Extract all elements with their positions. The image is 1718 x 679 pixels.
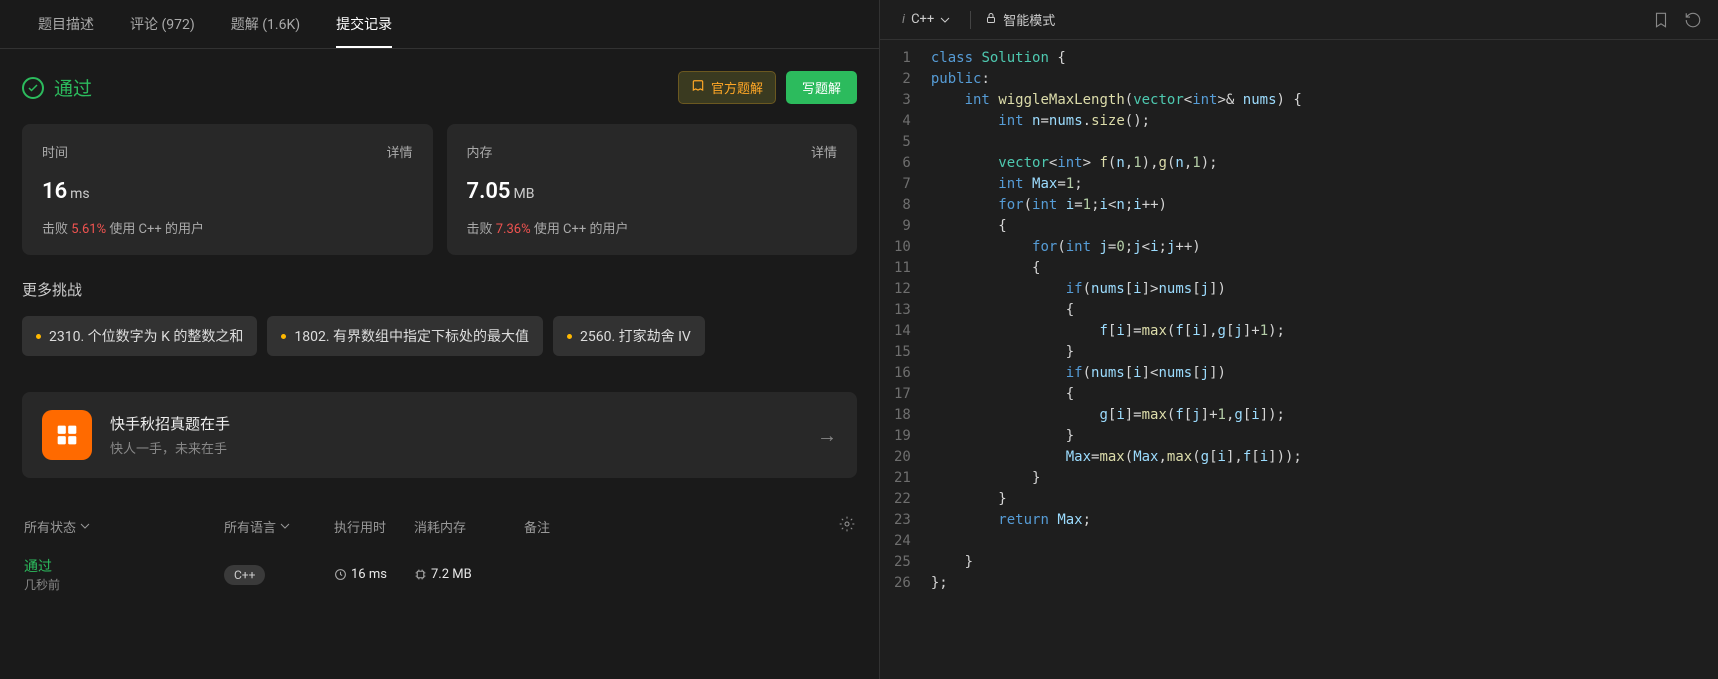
code-editor[interactable]: 1234567891011121314151617181920212223242… [880,40,1718,679]
dot-icon [567,334,572,339]
chevron-down-icon [80,521,90,531]
col-runtime: 执行用时 [334,517,414,536]
metric-mem-label: 内存 [467,142,493,161]
language-selector[interactable]: i C++ [896,10,956,29]
write-solution-button[interactable]: 写题解 [786,71,857,104]
filter-status[interactable]: 所有状态 [24,517,224,536]
col-note: 备注 [524,517,825,536]
metric-time-detail[interactable]: 详情 [386,142,412,161]
tabs: 题目描述 评论 (972) 题解 (1.6K) 提交记录 [0,0,879,49]
col-memory: 消耗内存 [414,517,524,536]
chevron-down-icon [280,521,290,531]
clock-icon [334,568,347,581]
status-label: 通过 [54,74,92,101]
lock-icon [985,12,997,28]
promo-icon [42,410,92,460]
dot-icon [281,334,286,339]
tab-description[interactable]: 题目描述 [20,0,112,48]
lang-badge: C++ [224,565,265,585]
challenge-item[interactable]: 2560. 打家劫舍 IV [553,316,705,356]
tab-solutions[interactable]: 题解 (1.6K) [213,0,318,48]
dot-icon [36,334,41,339]
gear-icon[interactable] [825,516,855,536]
submission-row[interactable]: 通过 几秒前 C++ 16 ms 7.2 MB [22,544,857,605]
arrow-right-icon: → [817,423,837,448]
official-solution-button[interactable]: 官方题解 [678,71,776,104]
reset-icon[interactable] [1684,11,1702,29]
more-challenges-title: 更多挑战 [22,279,857,300]
bookmark-icon[interactable] [1652,11,1670,29]
smart-mode[interactable]: 智能模式 [985,10,1055,29]
tab-submissions[interactable]: 提交记录 [318,0,410,48]
chip-icon [414,568,427,581]
metric-time-label: 时间 [42,142,68,161]
tab-comments[interactable]: 评论 (972) [112,0,213,48]
promo-card[interactable]: 快手秋招真题在手 快人一手，未来在手 → [22,392,857,478]
metric-time[interactable]: 时间详情 16ms 击败 5.61% 使用 C++ 的用户 [22,124,433,255]
metric-mem-detail[interactable]: 详情 [811,142,837,161]
chevron-down-icon [940,15,950,25]
promo-title: 快手秋招真题在手 [110,413,799,434]
filter-lang[interactable]: 所有语言 [224,517,334,536]
status-pass: 通过 [22,74,92,101]
challenge-item[interactable]: 1802. 有界数组中指定下标处的最大值 [267,316,543,356]
check-icon [22,77,44,99]
challenge-item[interactable]: 2310. 个位数字为 K 的整数之和 [22,316,257,356]
book-icon [691,79,705,96]
promo-sub: 快人一手，未来在手 [110,438,799,457]
metric-memory[interactable]: 内存详情 7.05MB 击败 7.36% 使用 C++ 的用户 [447,124,858,255]
